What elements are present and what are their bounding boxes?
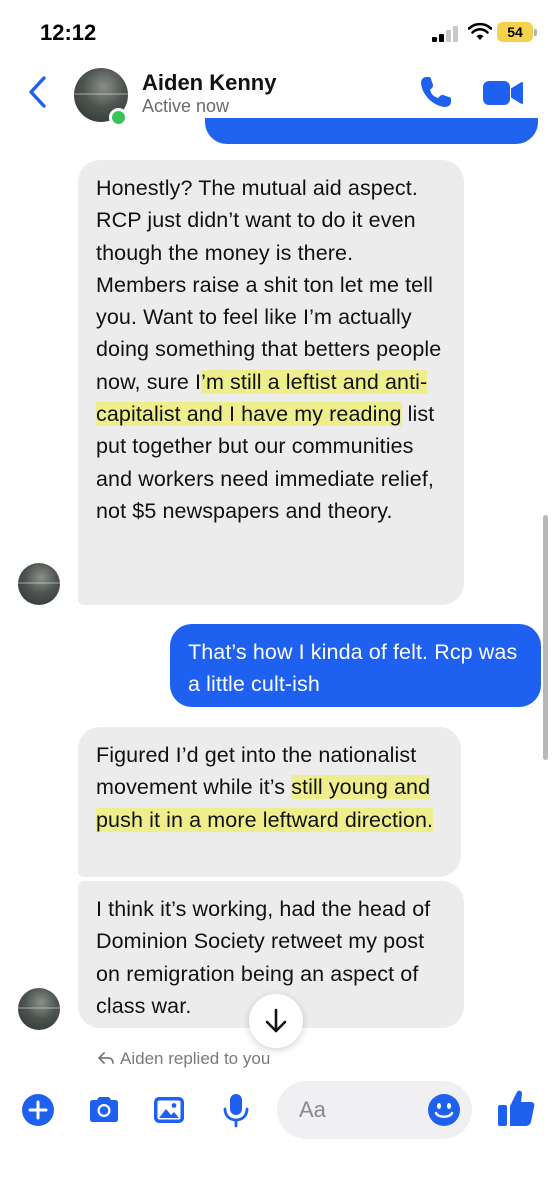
scrollbar[interactable] xyxy=(543,515,548,760)
contact-status: Active now xyxy=(142,96,230,116)
image-icon[interactable] xyxy=(151,1092,187,1128)
incoming-message[interactable]: Figured I’d get into the nationalist mov… xyxy=(78,727,461,877)
wifi-icon xyxy=(468,22,492,40)
message-text: Honestly? The mutual aid aspect. RCP jus… xyxy=(96,176,442,394)
status-time: 12:12 xyxy=(40,20,97,45)
online-status-indicator xyxy=(109,108,128,127)
message-text: That’s how I kinda of felt. Rcp was a li… xyxy=(188,640,518,697)
message-composer xyxy=(0,1075,554,1200)
thumbs-up-icon[interactable] xyxy=(496,1087,536,1129)
battery-icon: 54 xyxy=(497,22,537,42)
scroll-to-bottom-button[interactable] xyxy=(249,994,303,1048)
message-input[interactable] xyxy=(299,1093,419,1127)
reply-indicator: Aiden replied to you xyxy=(98,1049,270,1071)
sender-avatar[interactable] xyxy=(18,563,60,605)
status-bar: 12:12 54 xyxy=(0,0,554,60)
reply-note-text: Aiden replied to you xyxy=(120,1049,271,1068)
incoming-message[interactable]: Honestly? The mutual aid aspect. RCP jus… xyxy=(78,160,464,605)
message-input-container[interactable] xyxy=(277,1081,472,1139)
phone-icon[interactable] xyxy=(418,74,454,110)
back-chevron-icon[interactable] xyxy=(26,74,50,110)
signal-icon xyxy=(432,26,460,42)
plus-icon[interactable] xyxy=(20,1092,56,1128)
reply-icon xyxy=(98,1052,114,1064)
camera-icon[interactable] xyxy=(86,1092,122,1128)
video-camera-icon[interactable] xyxy=(482,78,524,108)
emoji-icon[interactable] xyxy=(427,1093,461,1127)
outgoing-message[interactable]: That’s how I kinda of felt. Rcp was a li… xyxy=(170,624,541,707)
arrow-down-icon xyxy=(265,1008,287,1033)
sender-avatar[interactable] xyxy=(18,988,60,1030)
previous-outgoing-bubble xyxy=(205,118,538,144)
contact-name[interactable]: Aiden Kenny xyxy=(142,70,276,96)
microphone-icon[interactable] xyxy=(218,1092,254,1128)
